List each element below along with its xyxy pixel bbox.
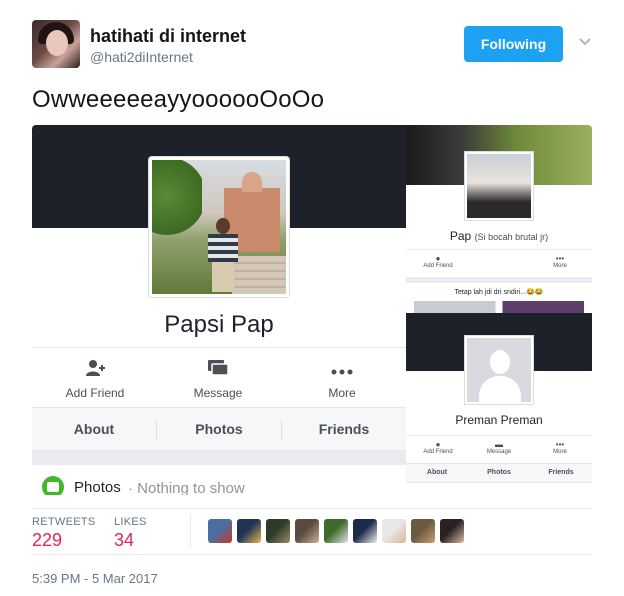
liker-avatar[interactable] bbox=[295, 519, 319, 543]
photo-thumbnails bbox=[414, 301, 584, 313]
tweet-media[interactable]: Papsi Pap Add Friend Message More About … bbox=[32, 125, 592, 495]
tweet-timestamp[interactable]: 5:39 PM - 5 Mar 2017 bbox=[32, 571, 158, 586]
add-friend-icon: ● bbox=[435, 440, 441, 449]
tweet-text: OwweeeeeayyoooooOoOo bbox=[32, 86, 325, 113]
photos-note: · Nothing to show bbox=[128, 480, 245, 495]
add-friend-action: ● Add Friend bbox=[408, 440, 468, 455]
profile-name: Pap (Si bocah brutal jr) bbox=[449, 229, 549, 243]
likes-count: 34 bbox=[114, 530, 135, 550]
liker-avatar[interactable] bbox=[324, 519, 348, 543]
author-handle[interactable]: @hati2diInternet bbox=[90, 49, 193, 65]
liker-avatar[interactable] bbox=[237, 519, 261, 543]
more-icon: ••• bbox=[555, 254, 565, 263]
add-friend-action: Add Friend bbox=[50, 358, 140, 400]
more-icon: ••• bbox=[555, 440, 565, 449]
status-post: Tetap lah jdi dri sndiri...😂😂 bbox=[406, 277, 592, 297]
more-action: More bbox=[297, 358, 387, 400]
liker-avatar[interactable] bbox=[382, 519, 406, 543]
tab-friends: Friends bbox=[548, 469, 574, 476]
liker-avatar[interactable] bbox=[411, 519, 435, 543]
more-label: More bbox=[328, 386, 356, 400]
message-icon bbox=[173, 358, 263, 380]
tab-about: About bbox=[73, 421, 115, 437]
profile-picture bbox=[149, 157, 289, 297]
more-action: ••• More bbox=[530, 440, 590, 455]
tab-about: About bbox=[426, 469, 448, 476]
add-friend-action: ● Add Friend bbox=[408, 254, 468, 269]
profile-actions: ● Add Friend ••• More bbox=[406, 249, 592, 273]
tab-friends: Friends bbox=[318, 421, 370, 437]
add-friend-icon bbox=[50, 358, 140, 380]
photos-section: Photos · Nothing to show bbox=[32, 465, 406, 495]
message-action: ▬ Message bbox=[469, 440, 529, 455]
tab-photos: Photos bbox=[195, 421, 243, 437]
message-label: Message bbox=[193, 386, 243, 400]
liker-avatar[interactable] bbox=[440, 519, 464, 543]
retweets-label: RETWEETS bbox=[32, 516, 96, 528]
photos-label: Photos bbox=[74, 479, 121, 495]
message-action: Message bbox=[173, 358, 263, 400]
liker-avatar[interactable] bbox=[353, 519, 377, 543]
chevron-down-icon[interactable] bbox=[578, 34, 592, 48]
add-friend-label: Add Friend bbox=[65, 386, 125, 400]
profile-subtitle: (Si bocah brutal jr) bbox=[474, 232, 549, 242]
retweets-stat[interactable]: RETWEETS 229 bbox=[32, 516, 96, 551]
liker-avatar[interactable] bbox=[266, 519, 290, 543]
liker-avatar[interactable] bbox=[208, 519, 232, 543]
profile-name: Papsi Pap bbox=[164, 311, 274, 338]
likes-label: LIKES bbox=[114, 516, 147, 528]
tab-photos: Photos bbox=[487, 469, 511, 476]
message-icon: ▬ bbox=[495, 440, 503, 449]
profile-picture-placeholder bbox=[464, 335, 534, 405]
author-avatar[interactable] bbox=[32, 20, 80, 68]
profile-picture bbox=[464, 151, 534, 221]
profile-actions: ● Add Friend ▬ Message ••• More bbox=[406, 435, 592, 463]
more-icon bbox=[297, 358, 387, 380]
profile-actions: Add Friend Message More bbox=[32, 347, 406, 407]
retweets-count: 229 bbox=[32, 530, 63, 550]
photos-icon bbox=[42, 476, 64, 495]
profile-tabs: About Photos Friends bbox=[406, 463, 592, 483]
add-friend-icon: ● bbox=[435, 254, 441, 263]
screenshot-main-profile: Papsi Pap Add Friend Message More About … bbox=[32, 125, 406, 495]
more-action: ••• More bbox=[530, 254, 590, 269]
avatar-face bbox=[46, 30, 68, 56]
profile-name: Preman Preman bbox=[455, 413, 543, 427]
following-button[interactable]: Following bbox=[464, 26, 563, 62]
author-name[interactable]: hatihati di internet bbox=[90, 26, 246, 47]
screenshot-right-top: Pap (Si bocah brutal jr) ● Add Friend ••… bbox=[406, 125, 592, 313]
profile-tabs: About Photos Friends bbox=[32, 407, 406, 451]
likes-stat[interactable]: LIKES 34 bbox=[114, 516, 147, 551]
screenshot-right-bottom: Preman Preman ● Add Friend ▬ Message •••… bbox=[406, 313, 592, 495]
